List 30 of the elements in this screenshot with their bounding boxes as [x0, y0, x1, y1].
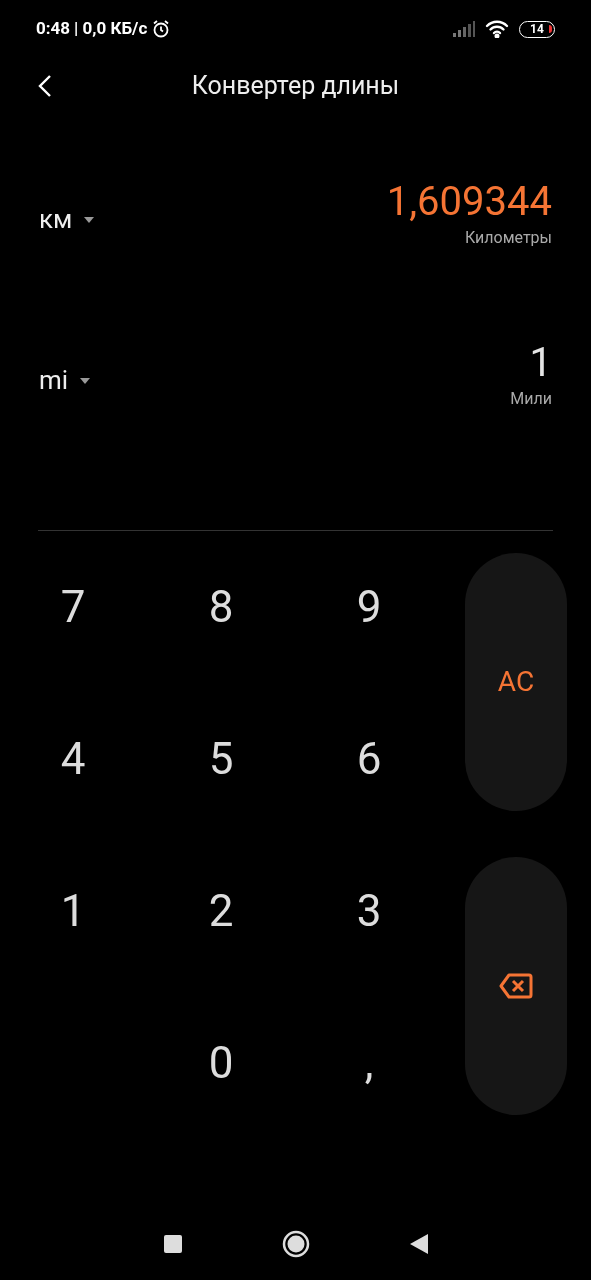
unit-value: 1 — [529, 339, 552, 387]
back-nav-icon[interactable] — [409, 1234, 428, 1254]
digit-key[interactable]: 0 — [147, 987, 295, 1139]
digit-key[interactable]: 8 — [147, 531, 295, 683]
screen-title: Конвертер длины — [191, 70, 400, 103]
unit-dropdown[interactable]: mi — [39, 361, 91, 400]
network-speed: | 0,0 КБ/с — [74, 17, 148, 41]
digit-key[interactable]: 6 — [295, 683, 443, 835]
unit-dropdown[interactable]: км — [39, 200, 95, 239]
backspace-icon — [499, 973, 533, 999]
digit-key[interactable]: 1 — [0, 835, 147, 987]
digit-key[interactable]: , — [295, 987, 443, 1139]
dropdown-arrow-icon — [80, 377, 91, 384]
signal-icon — [453, 21, 475, 37]
clear-button[interactable]: AC — [465, 553, 567, 811]
wifi-icon — [485, 20, 509, 38]
status-time: 0:48 — [36, 17, 71, 41]
unit-name: Километры — [464, 227, 552, 249]
home-icon[interactable] — [281, 1230, 310, 1258]
digit-key[interactable]: 4 — [0, 683, 147, 835]
digit-key[interactable]: 2 — [147, 835, 295, 987]
digit-key[interactable]: 7 — [0, 531, 147, 683]
digit-key[interactable]: 9 — [295, 531, 443, 683]
unit-value: 1,609344 — [386, 178, 552, 226]
dropdown-arrow-icon — [84, 216, 95, 223]
recent-apps-icon[interactable] — [163, 1235, 182, 1253]
digit-key[interactable]: 5 — [147, 683, 295, 835]
unit-name: Мили — [510, 388, 552, 410]
digit-key[interactable]: 3 — [295, 835, 443, 987]
back-icon — [38, 74, 52, 98]
